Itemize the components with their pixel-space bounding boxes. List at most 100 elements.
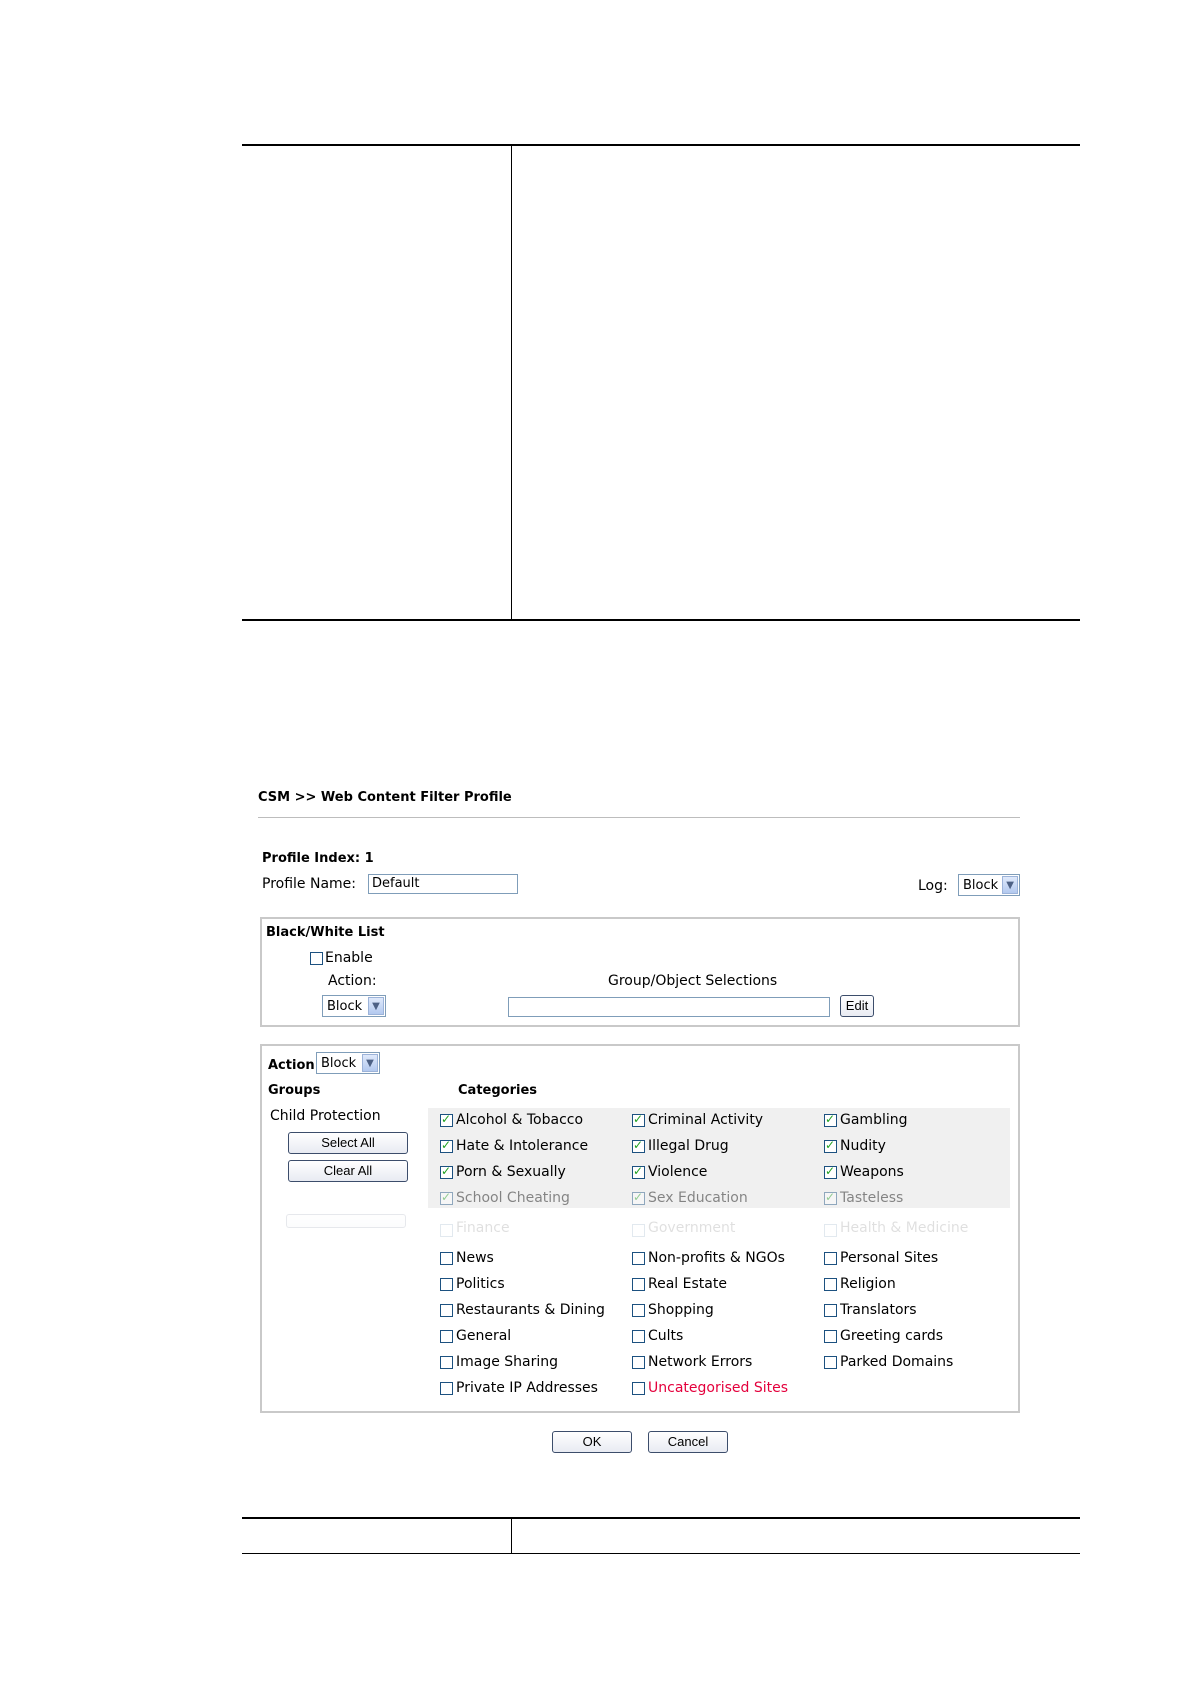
categories-action-label: Action:: [268, 1058, 320, 1073]
profile-index: Profile Index: 1: [262, 851, 374, 866]
bw-enable-checkbox[interactable]: [310, 952, 323, 965]
category-checkbox[interactable]: [632, 1224, 645, 1237]
category-label: Shopping: [648, 1302, 714, 1318]
select-all-button[interactable]: Select All: [288, 1132, 408, 1154]
log-select[interactable]: Block ▼: [958, 874, 1020, 896]
category-label: Weapons: [840, 1164, 904, 1180]
groups-header: Groups: [268, 1083, 321, 1098]
category-checkbox[interactable]: [440, 1164, 453, 1179]
web-content-filter-profile: CSM >> Web Content Filter Profile Profil…: [258, 790, 1028, 1470]
category-label: Gambling: [840, 1112, 908, 1128]
ok-button[interactable]: OK: [552, 1431, 632, 1453]
group-button[interactable]: [286, 1214, 406, 1228]
category-checkbox[interactable]: [632, 1356, 645, 1369]
category-checkbox[interactable]: [824, 1278, 837, 1291]
category-checkbox[interactable]: [632, 1138, 645, 1153]
category-checkbox[interactable]: [824, 1330, 837, 1343]
category-label: Religion: [840, 1276, 896, 1292]
bw-list-title: Black/White List: [266, 925, 385, 940]
chevron-down-icon: ▼: [362, 1054, 378, 1072]
category-checkbox[interactable]: [440, 1224, 453, 1237]
category-label: Government: [648, 1220, 736, 1236]
category-label: News: [456, 1250, 494, 1266]
profile-name-label: Profile Name:: [262, 876, 357, 892]
chevron-down-icon: ▼: [368, 997, 384, 1015]
category-checkbox[interactable]: [824, 1112, 837, 1127]
category-checkbox[interactable]: [440, 1304, 453, 1317]
categories-action-select[interactable]: Block ▼: [316, 1052, 380, 1074]
category-label: Politics: [456, 1276, 505, 1292]
breadcrumb: CSM >> Web Content Filter Profile: [258, 790, 512, 805]
category-label: Violence: [648, 1164, 708, 1180]
category-label: Illegal Drug: [648, 1138, 729, 1154]
group-name: Child Protection: [270, 1108, 381, 1124]
profile-name-input[interactable]: Default: [368, 874, 518, 894]
category-checkbox[interactable]: [824, 1138, 837, 1153]
category-label: Network Errors: [648, 1354, 753, 1370]
category-checkbox[interactable]: [824, 1304, 837, 1317]
table-bottom-rule: [242, 1553, 1080, 1554]
category-label: School Cheating: [456, 1190, 570, 1206]
category-checkbox[interactable]: [632, 1190, 645, 1205]
categories-action-value: Block: [321, 1055, 357, 1071]
category-checkbox[interactable]: [824, 1164, 837, 1179]
category-label: Cults: [648, 1328, 684, 1344]
category-label: Non-profits & NGOs: [648, 1250, 785, 1266]
category-checkbox[interactable]: [632, 1304, 645, 1317]
bw-enable-label: Enable: [325, 950, 373, 966]
breadcrumb-divider: [258, 817, 1020, 818]
category-label: Personal Sites: [840, 1250, 939, 1266]
category-label: Alcohol & Tobacco: [456, 1112, 584, 1128]
category-label: Private IP Addresses: [456, 1380, 598, 1396]
category-checkbox[interactable]: [632, 1112, 645, 1127]
category-label: Finance: [456, 1220, 510, 1236]
category-label: Image Sharing: [456, 1354, 559, 1370]
category-checkbox[interactable]: [632, 1330, 645, 1343]
category-checkbox[interactable]: [632, 1382, 645, 1395]
category-label: Translators: [840, 1302, 917, 1318]
category-checkbox[interactable]: [632, 1252, 645, 1265]
category-checkbox[interactable]: [440, 1138, 453, 1153]
clear-all-button[interactable]: Clear All: [288, 1160, 408, 1182]
category-label: Tasteless: [840, 1190, 904, 1206]
category-checkbox[interactable]: [632, 1164, 645, 1179]
table-column-divider: [511, 144, 512, 621]
table-bottom-divider: [511, 1517, 512, 1554]
category-label: Health & Medicine: [840, 1220, 969, 1236]
categories-header: Categories: [458, 1083, 538, 1098]
category-label: Parked Domains: [840, 1354, 954, 1370]
category-label: Real Estate: [648, 1276, 727, 1292]
category-checkbox[interactable]: [440, 1382, 453, 1395]
edit-button[interactable]: Edit: [840, 995, 874, 1017]
category-label: Nudity: [840, 1138, 886, 1154]
uncategorised-sites-label: Uncategorised Sites: [648, 1380, 789, 1396]
log-select-value: Block: [963, 877, 999, 893]
cancel-button[interactable]: Cancel: [648, 1431, 728, 1453]
category-checkbox[interactable]: [632, 1278, 645, 1291]
bw-action-select[interactable]: Block ▼: [322, 995, 386, 1017]
category-checkbox[interactable]: [824, 1224, 837, 1237]
category-checkbox[interactable]: [440, 1356, 453, 1369]
category-checkbox[interactable]: [440, 1278, 453, 1291]
bw-list-panel: Black/White List Enable Action: Group/Ob…: [260, 917, 1020, 1027]
category-label: Criminal Activity: [648, 1112, 764, 1128]
category-checkbox[interactable]: [440, 1252, 453, 1265]
category-checkbox[interactable]: [824, 1190, 837, 1205]
chevron-down-icon: ▼: [1002, 876, 1018, 894]
bw-action-value: Block: [327, 998, 363, 1014]
category-label: Greeting cards: [840, 1328, 944, 1344]
bw-action-label: Action:: [328, 973, 377, 989]
category-checkbox[interactable]: [440, 1190, 453, 1205]
table-top-rule: [242, 144, 1080, 146]
category-label: Restaurants & Dining: [456, 1302, 605, 1318]
table-bottom-top-rule: [242, 1517, 1080, 1519]
category-checkbox[interactable]: [824, 1252, 837, 1265]
group-object-input[interactable]: [508, 997, 830, 1017]
group-object-label: Group/Object Selections: [608, 973, 778, 989]
category-checkbox[interactable]: [440, 1330, 453, 1343]
category-label: Porn & Sexually: [456, 1164, 566, 1180]
table-mid-rule: [242, 619, 1080, 621]
category-label: General: [456, 1328, 512, 1344]
category-checkbox[interactable]: [440, 1112, 453, 1127]
category-checkbox[interactable]: [824, 1356, 837, 1369]
